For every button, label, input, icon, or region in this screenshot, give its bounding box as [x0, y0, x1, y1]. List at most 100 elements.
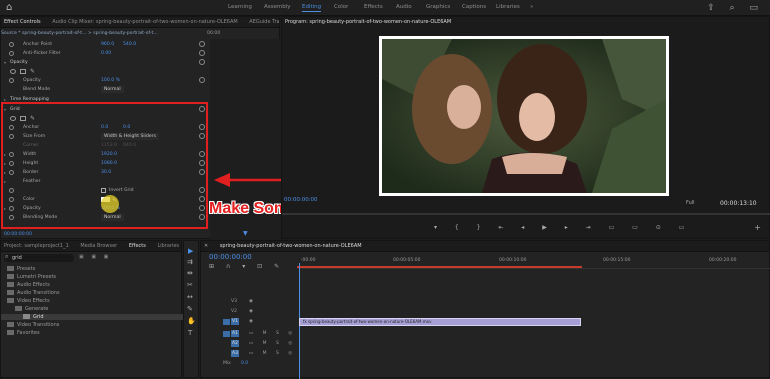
track-mix: Mix 0.0	[201, 359, 769, 369]
add-button-icon[interactable]: +	[754, 223, 761, 232]
tab-effect-controls[interactable]: Effect Controls	[4, 17, 41, 27]
workspace-editing[interactable]: Editing	[302, 4, 322, 12]
audio-track-controls[interactable]: ▭ M S ◎	[249, 349, 296, 359]
folder-icon	[7, 298, 14, 303]
reset-icon[interactable]	[199, 41, 205, 47]
source-patch[interactable]	[223, 319, 230, 325]
list-item[interactable]: Audio Effects	[7, 282, 50, 288]
timeline-panel: ✕ spring-beauty-portrait-of-two-women-on…	[200, 240, 770, 379]
tab-effects[interactable]: Effects	[129, 241, 146, 251]
tab-project[interactable]: Project: sampleproject1_1	[4, 241, 69, 251]
opacity-value[interactable]: 100.0 %	[101, 76, 120, 85]
workspace-captions[interactable]: Captions	[462, 4, 486, 10]
folder-icon	[7, 330, 14, 335]
workspace-audio[interactable]: Audio	[396, 4, 412, 10]
pen-mask-icon[interactable]: ✎	[30, 67, 35, 76]
stopwatch-icon[interactable]	[9, 51, 14, 56]
list-item[interactable]: Generate	[15, 306, 48, 312]
workspace-effects[interactable]: Effects	[364, 4, 383, 10]
close-icon[interactable]: ✕	[204, 241, 208, 251]
folder-icon	[7, 322, 14, 327]
ec-timecode-head: 00:00	[207, 31, 221, 36]
stopwatch-icon[interactable]	[9, 42, 14, 47]
tab-libraries[interactable]: Libraries	[157, 241, 179, 251]
track-v2: V2 ◉	[201, 307, 769, 317]
slip-icon[interactable]: ↔	[187, 293, 193, 301]
reset-icon[interactable]	[199, 77, 205, 83]
anchor-x-value[interactable]: 960.0	[101, 40, 114, 49]
expand-arrow-icon: ▾	[4, 60, 7, 65]
list-item[interactable]: Lumetri Presets	[7, 274, 56, 280]
video-frame	[379, 36, 669, 196]
list-item-selected[interactable]: Grid	[1, 314, 183, 320]
track-v1: V1 ◉ fx spring-beauty-portrait-of-two-wo…	[201, 317, 769, 327]
tab-aeguide[interactable]: AEGuide Track Manager	[249, 17, 279, 27]
anchor-y-value[interactable]: 540.0	[123, 40, 136, 49]
track-select-icon[interactable]: ⇉	[187, 258, 193, 266]
ec-row-opacity: Opacity 100.0 %	[1, 76, 279, 85]
effects-filter-icons[interactable]: ▣ ▣ ▣	[79, 254, 111, 260]
timeline-ruler[interactable]: :00:00 00:00:05:00 00:00:10:00 00:00:15:…	[297, 253, 770, 269]
mix-value[interactable]: 0.0	[241, 359, 248, 369]
video-clip[interactable]: fx spring-beauty-portrait-of-two-women-o…	[299, 318, 581, 326]
tab-audio-clip-mixer[interactable]: Audio Clip Mixer: spring-beauty-portrait…	[52, 17, 237, 27]
ec-row-anti-flicker: Anti-flicker Filter 0.00	[1, 49, 279, 58]
fit-dropdown[interactable]: Full	[686, 200, 695, 206]
list-item[interactable]: Favorites	[7, 330, 40, 336]
workspace-assembly[interactable]: Assembly	[264, 4, 291, 10]
ec-playhead-icon[interactable]: ▼	[243, 230, 248, 237]
list-item[interactable]: Video Effects	[7, 298, 50, 304]
blend-mode-dropdown[interactable]: Normal	[101, 86, 124, 93]
audio-track-controls[interactable]: ▭ M S ◎	[249, 339, 296, 349]
audio-track-controls[interactable]: ▭ M S ◎	[249, 329, 296, 339]
project-effects-panel: Project: sampleproject1_1 Media Browser …	[0, 240, 183, 378]
list-item[interactable]: Presets	[7, 266, 35, 272]
eye-icon[interactable]: ◉	[249, 307, 253, 317]
stopwatch-icon[interactable]	[9, 78, 14, 83]
reset-icon[interactable]	[199, 59, 205, 65]
ruler-tick: 00:00:10:00	[499, 258, 527, 263]
eye-icon[interactable]: ◉	[249, 297, 253, 307]
ripple-edit-icon[interactable]: ⇹	[187, 269, 193, 277]
tab-media-browser[interactable]: Media Browser	[80, 241, 117, 251]
timeline-timecode[interactable]: 00:00:00:00	[209, 253, 252, 261]
source-patch[interactable]	[223, 331, 230, 337]
timeline-sequence-tab[interactable]: spring-beauty-portrait-of-two-women-on-n…	[220, 241, 362, 251]
selection-tool-icon[interactable]: ▶	[188, 247, 193, 255]
anti-flicker-value[interactable]: 0.00	[101, 49, 111, 58]
ec-row-blend-mode: Blend Mode Normal	[1, 85, 279, 94]
timeline-tool-icons[interactable]: ⊞ ∩ ▾ ⊡ ✎	[209, 263, 284, 270]
program-title[interactable]: Program: spring-beauty-portrait-of-two-w…	[285, 17, 451, 28]
folder-icon	[15, 306, 22, 311]
reset-icon[interactable]	[199, 50, 205, 56]
workspace-graphics[interactable]: Graphics	[426, 4, 450, 10]
list-item[interactable]: Video Transitions	[7, 322, 59, 328]
list-item[interactable]: Audio Transitions	[7, 290, 60, 296]
ruler-tick: :00:00	[301, 258, 316, 263]
home-icon[interactable]: ⌂	[6, 2, 18, 14]
folder-icon	[7, 290, 14, 295]
pen-icon[interactable]: ✎	[187, 305, 193, 313]
eye-icon[interactable]: ◉	[249, 317, 253, 327]
type-icon[interactable]: T	[188, 329, 192, 337]
program-timecode[interactable]: 00:00:00:00	[284, 197, 318, 203]
ec-row-opacity-header[interactable]: ▾ Opacity	[1, 58, 279, 67]
effects-search-input[interactable]: ⌕ grid	[4, 253, 74, 262]
hand-icon[interactable]: ✋	[187, 317, 196, 325]
folder-icon	[7, 266, 14, 271]
transport-controls[interactable]: ▾ { } ⇤ ◂ ▶ ▸ ⇥ ▭ ▭ ⊙ ▭	[434, 224, 692, 231]
topbar-icons[interactable]: ⇪ ⌕ ▭	[707, 3, 764, 13]
program-duration: 00:00:13:10	[720, 200, 757, 207]
workspace-learning[interactable]: Learning	[228, 4, 252, 10]
video-image	[382, 39, 666, 193]
workspace-more-icon[interactable]: »	[530, 4, 533, 10]
ellipse-mask-icon[interactable]	[10, 69, 16, 74]
razor-icon[interactable]: ✂	[187, 281, 193, 289]
ruler-tick: 00:00:20:00	[709, 258, 737, 263]
rectangle-mask-icon[interactable]	[20, 69, 26, 74]
workspace-libraries[interactable]: Libraries	[496, 4, 520, 10]
folder-icon	[7, 274, 14, 279]
program-scrub-bar[interactable]	[282, 213, 770, 215]
workspace-color[interactable]: Color	[334, 4, 348, 10]
ec-footer-timecode[interactable]: 00:00:00:00	[4, 230, 279, 239]
